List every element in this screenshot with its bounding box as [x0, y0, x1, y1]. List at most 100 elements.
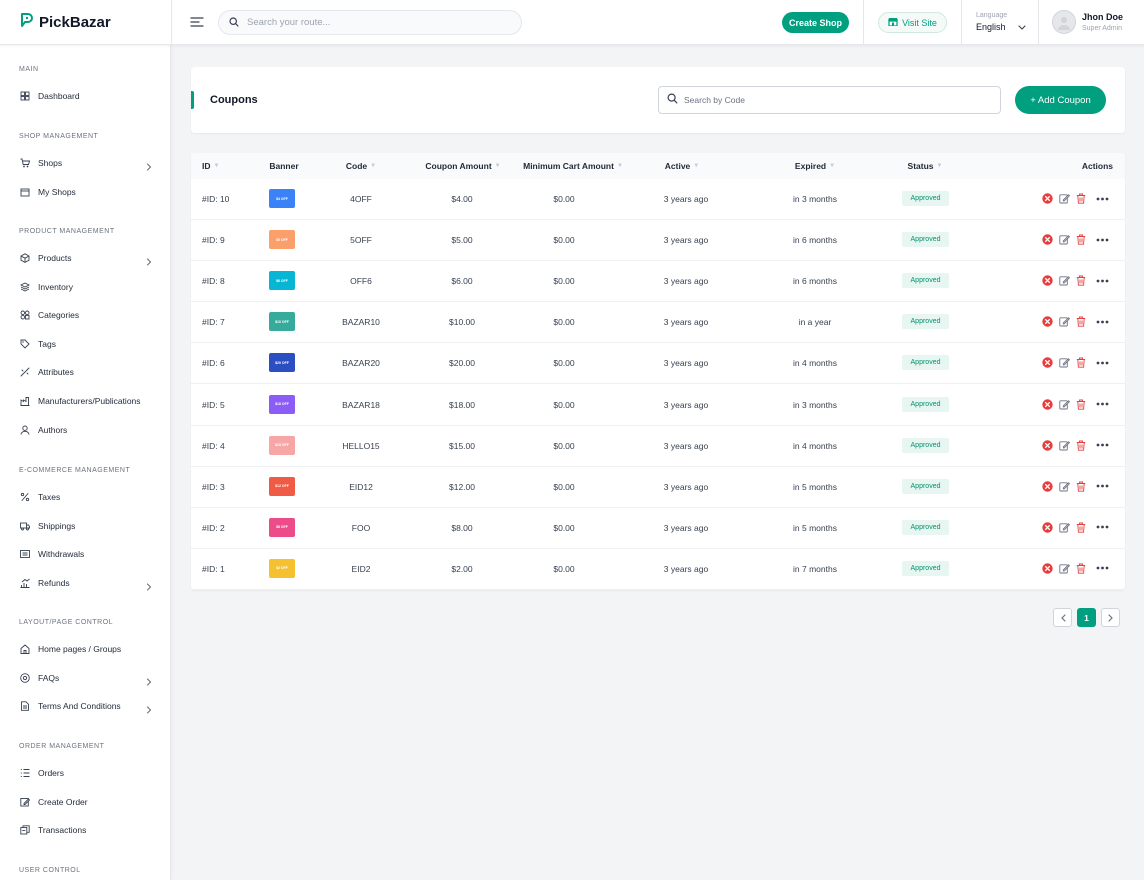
- sidebar-item-attributes[interactable]: Attributes: [20, 363, 156, 381]
- create-order-icon: [20, 797, 30, 807]
- add-coupon-button[interactable]: + Add Coupon: [1015, 86, 1106, 114]
- edit-icon[interactable]: [1059, 522, 1070, 533]
- sidebar-item-categories[interactable]: Categories: [20, 306, 156, 324]
- more-options-icon[interactable]: [1096, 357, 1109, 368]
- more-options-icon[interactable]: [1096, 275, 1109, 286]
- more-options-icon[interactable]: [1096, 563, 1109, 574]
- edit-icon[interactable]: [1059, 440, 1070, 451]
- table-row: #ID: 8 $6 OFF OFF6 $6.00 $0.00 3 years ago in …: [191, 261, 1125, 303]
- delete-icon[interactable]: [1075, 440, 1086, 451]
- sidebar-item-label: Products: [38, 253, 72, 263]
- column-header-label: Minimum Cart Amount: [523, 161, 614, 171]
- sidebar-item-tags[interactable]: Tags: [20, 335, 156, 353]
- disapprove-icon[interactable]: [1042, 522, 1053, 533]
- coupon-code: FOO: [351, 522, 371, 533]
- column-header-id[interactable]: ID ▼: [202, 161, 219, 171]
- delete-icon[interactable]: [1075, 234, 1086, 245]
- sidebar-item-label: Shops: [38, 158, 63, 168]
- delete-icon[interactable]: [1075, 481, 1086, 492]
- sidebar-item-refunds[interactable]: Refunds: [20, 574, 156, 592]
- logo[interactable]: PickBazar: [19, 13, 111, 32]
- code-search-input[interactable]: [684, 95, 974, 105]
- user-role: Super Admin: [1082, 25, 1123, 32]
- coupon-code: EID2: [351, 563, 371, 574]
- user-menu[interactable]: Jhon Doe Super Admin: [1052, 10, 1123, 34]
- active-time: 3 years ago: [663, 317, 709, 328]
- coupon-code: EID12: [349, 481, 373, 492]
- visit-site-button[interactable]: Visit Site: [878, 12, 947, 33]
- sidebar-item-label: Categories: [38, 310, 80, 321]
- disapprove-icon[interactable]: [1042, 275, 1053, 286]
- table-row: #ID: 10 $4 OFF 4OFF $4.00 $0.00 3 years ago in…: [191, 179, 1125, 220]
- sidebar-item-my-shops[interactable]: My Shops: [20, 183, 156, 201]
- route-search[interactable]: [218, 10, 522, 35]
- sidebar-item-transactions[interactable]: Transactions: [20, 821, 156, 839]
- delete-icon[interactable]: [1075, 275, 1086, 286]
- disapprove-icon[interactable]: [1042, 563, 1053, 574]
- sidebar-item-shops[interactable]: Shops: [20, 154, 156, 172]
- disapprove-icon[interactable]: [1042, 398, 1053, 410]
- delete-icon[interactable]: [1075, 522, 1086, 533]
- sidebar-item-create-order[interactable]: Create Order: [20, 793, 156, 811]
- active-time: 3 years ago: [663, 399, 709, 410]
- column-header-coupon-amount[interactable]: Coupon Amount ▼: [425, 161, 500, 171]
- more-options-icon[interactable]: [1096, 522, 1109, 533]
- disapprove-icon[interactable]: [1042, 439, 1053, 451]
- coupon-code: BAZAR20: [342, 358, 380, 369]
- language-selector[interactable]: Language English: [976, 12, 1026, 32]
- more-options-icon[interactable]: [1096, 193, 1109, 204]
- delete-icon[interactable]: [1075, 316, 1086, 327]
- route-search-input[interactable]: [247, 17, 497, 28]
- delete-icon[interactable]: [1075, 193, 1086, 204]
- edit-icon[interactable]: [1059, 234, 1070, 245]
- edit-icon[interactable]: [1059, 563, 1070, 574]
- more-options-icon[interactable]: [1096, 399, 1109, 410]
- code-search[interactable]: [658, 86, 1001, 114]
- sidebar-item-orders[interactable]: Orders: [20, 764, 156, 782]
- edit-icon[interactable]: [1059, 275, 1070, 286]
- sidebar-item-dashboard[interactable]: Dashboard: [20, 87, 156, 105]
- sidebar-item-taxes[interactable]: Taxes: [20, 488, 156, 506]
- sidebar-item-home-pages-groups[interactable]: Home pages / Groups: [20, 640, 156, 658]
- edit-icon[interactable]: [1059, 399, 1070, 410]
- disapprove-icon[interactable]: [1042, 480, 1053, 492]
- disapprove-icon[interactable]: [1042, 357, 1053, 369]
- page-button-current[interactable]: 1: [1077, 608, 1096, 627]
- column-header-active[interactable]: Active ▼: [665, 161, 699, 171]
- column-header-status[interactable]: Status ▼: [908, 161, 943, 171]
- create-shop-button[interactable]: Create Shop: [782, 12, 849, 33]
- column-header-label: Expired: [794, 161, 827, 171]
- sidebar-item-inventory[interactable]: Inventory: [20, 278, 156, 296]
- more-options-icon[interactable]: [1096, 440, 1109, 451]
- column-header-minimum-cart-amount[interactable]: Minimum Cart Amount ▼: [523, 161, 623, 171]
- sidebar-item-manufacturers-publications[interactable]: Manufacturers/Publications: [20, 392, 156, 410]
- delete-icon[interactable]: [1075, 357, 1086, 369]
- menu-toggle-icon[interactable]: [190, 15, 204, 33]
- sidebar-item-authors[interactable]: Authors: [20, 421, 156, 439]
- more-options-icon[interactable]: [1096, 481, 1109, 492]
- sidebar-item-products[interactable]: Products: [20, 249, 156, 267]
- column-header-expired[interactable]: Expired ▼: [795, 161, 835, 171]
- delete-icon[interactable]: [1075, 563, 1086, 574]
- column-header-code[interactable]: Code ▼: [346, 161, 376, 171]
- next-page-button[interactable]: [1101, 608, 1120, 627]
- disapprove-icon[interactable]: [1042, 193, 1053, 204]
- delete-icon[interactable]: [1075, 399, 1086, 410]
- prev-page-button[interactable]: [1053, 608, 1072, 627]
- disapprove-icon[interactable]: [1042, 234, 1053, 245]
- coupon-code: HELLO15: [342, 440, 380, 451]
- disapprove-icon[interactable]: [1042, 316, 1053, 327]
- status-badge: Approved: [902, 273, 949, 289]
- edit-icon[interactable]: [1059, 357, 1070, 368]
- edit-icon[interactable]: [1059, 193, 1070, 204]
- more-options-icon[interactable]: [1096, 316, 1109, 327]
- sidebar-item-faqs[interactable]: FAQs: [20, 669, 156, 687]
- sidebar-item-shippings[interactable]: Shippings: [20, 517, 156, 535]
- sidebar-item-terms-and-conditions[interactable]: Terms And Conditions: [20, 697, 156, 715]
- sidebar-item-label: Authors: [38, 424, 68, 435]
- edit-icon[interactable]: [1059, 481, 1070, 492]
- sidebar-item-withdrawals[interactable]: Withdrawals: [20, 545, 156, 563]
- more-options-icon[interactable]: [1096, 234, 1109, 245]
- edit-icon[interactable]: [1059, 316, 1070, 327]
- minimum-cart-amount: $0.00: [553, 317, 575, 328]
